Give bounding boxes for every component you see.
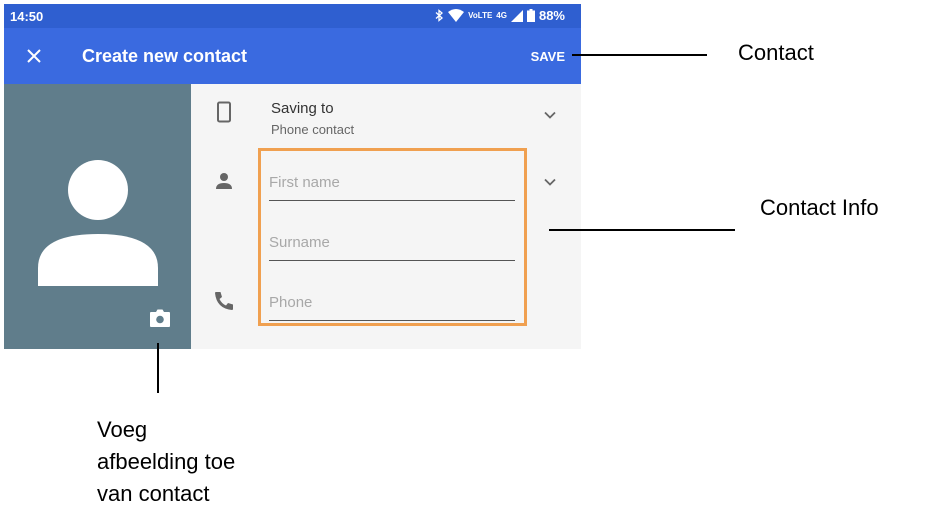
photo-callout-line-1: Voeg bbox=[97, 417, 148, 442]
contact-callout-line bbox=[572, 54, 707, 56]
chevron-down-icon[interactable] bbox=[541, 106, 559, 124]
photo-callout-line-2: afbeelding toe bbox=[97, 449, 236, 474]
saving-to-value: Phone contact bbox=[271, 122, 355, 137]
save-button[interactable]: SAVE bbox=[531, 49, 565, 64]
photo-callout-label: Voeg afbeelding toe van contact bbox=[97, 414, 235, 510]
app-bar: Create new contact SAVE bbox=[4, 28, 581, 84]
status-bar: 14:50 VoLTE 4G 88% bbox=[4, 4, 581, 28]
signal-icon bbox=[510, 9, 523, 22]
contact-info-callout-line bbox=[549, 229, 735, 231]
camera-icon[interactable] bbox=[149, 308, 171, 328]
saving-to-label: Saving to bbox=[271, 100, 334, 117]
page-title: Create new contact bbox=[82, 46, 248, 66]
chevron-down-icon[interactable] bbox=[541, 173, 559, 191]
contact-info-highlight bbox=[258, 148, 527, 326]
contact-callout-label: Contact bbox=[738, 40, 814, 65]
wifi-icon bbox=[448, 9, 465, 22]
person-icon bbox=[216, 173, 232, 189]
status-time: 14:50 bbox=[10, 9, 44, 24]
phone-icon bbox=[215, 292, 233, 310]
contact-photo-area[interactable] bbox=[4, 84, 191, 349]
person-silhouette-icon bbox=[38, 160, 158, 286]
network-type: 4G bbox=[496, 11, 507, 20]
battery-icon bbox=[526, 9, 535, 22]
photo-callout-line-3: van contact bbox=[97, 481, 210, 506]
volte-badge: VoLTE bbox=[468, 11, 493, 20]
phone-device-icon bbox=[217, 101, 231, 123]
photo-callout-line bbox=[157, 343, 159, 393]
contact-info-callout-label: Contact Info bbox=[760, 195, 879, 220]
status-icons: VoLTE 4G 88% bbox=[435, 8, 565, 23]
bluetooth-icon bbox=[435, 9, 444, 22]
battery-percent: 88% bbox=[538, 8, 565, 23]
close-icon[interactable] bbox=[22, 44, 46, 68]
